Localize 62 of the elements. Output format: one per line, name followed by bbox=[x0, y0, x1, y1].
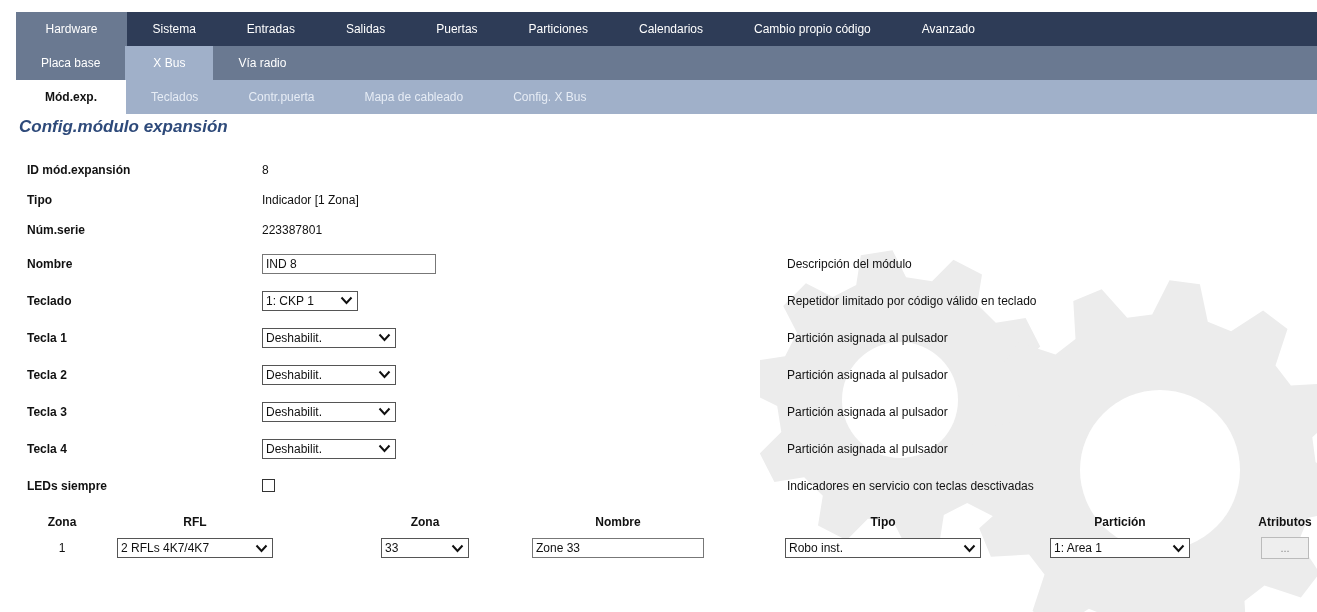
column-header: Atributos bbox=[1257, 515, 1313, 529]
nav-tab[interactable]: Hardware bbox=[16, 12, 127, 46]
column-header: RFL bbox=[182, 515, 208, 529]
field-value: Indicador [1 Zona] bbox=[262, 193, 359, 207]
dropdown[interactable]: 1: CKP 1 bbox=[262, 290, 358, 311]
nav-tab[interactable]: Cambio propio código bbox=[728, 12, 897, 46]
dropdown[interactable]: 2 RFLs 4K7/4K7 bbox=[117, 538, 273, 558]
name-field[interactable]: IND 8 bbox=[262, 253, 436, 274]
field-label: LEDs siempre bbox=[27, 478, 108, 493]
dropdown[interactable]: Deshabilit. bbox=[262, 438, 396, 459]
chevron-down-icon bbox=[378, 407, 391, 416]
dropdown[interactable]: Deshabilit. bbox=[262, 327, 396, 348]
dropdown[interactable]: 33 bbox=[381, 538, 469, 558]
nav-tab[interactable]: Particiones bbox=[503, 12, 614, 46]
page-title: Config.módulo expansión bbox=[19, 117, 229, 137]
field-label: Tecla 2 bbox=[27, 367, 67, 382]
nav-tab[interactable]: Avanzado bbox=[896, 12, 1001, 46]
field-label: Tipo bbox=[27, 193, 53, 207]
field-description: Partición asignada al pulsador bbox=[787, 404, 948, 419]
checkbox[interactable] bbox=[262, 479, 275, 492]
nav-tab[interactable]: Entradas bbox=[221, 12, 321, 46]
field-value: 223387801 bbox=[262, 223, 323, 237]
column-header: Tipo bbox=[869, 515, 897, 529]
column-header: Zona bbox=[409, 515, 441, 529]
nav-tab[interactable]: Puertas bbox=[410, 12, 504, 46]
field-description: Indicadores en servicio con teclas desctivadas bbox=[787, 478, 1034, 493]
dropdown[interactable]: 1: Area 1 bbox=[1050, 538, 1190, 558]
dropdown[interactable]: Robo inst. bbox=[785, 538, 981, 558]
chevron-down-icon bbox=[340, 296, 353, 305]
field-label: Teclado bbox=[27, 293, 72, 308]
field-description: Partición asignada al pulsador bbox=[787, 330, 948, 345]
column-header: Partición bbox=[1093, 515, 1147, 529]
nav-tab[interactable]: Salidas bbox=[320, 12, 411, 46]
table-cell: 1 bbox=[58, 541, 66, 555]
nav-tab[interactable]: Calendarios bbox=[613, 12, 729, 46]
field-label: Núm.serie bbox=[27, 223, 86, 237]
chevron-down-icon bbox=[1172, 543, 1185, 553]
chevron-down-icon bbox=[451, 543, 464, 553]
field-description: Descripción del módulo bbox=[787, 256, 912, 271]
column-header: Nombre bbox=[594, 515, 642, 529]
nav-tab[interactable]: Mód.exp. bbox=[16, 80, 126, 114]
field-label: Nombre bbox=[27, 256, 73, 271]
nav-tab[interactable]: Sistema bbox=[127, 12, 222, 46]
field-label: Tecla 3 bbox=[27, 404, 67, 419]
nav-tab[interactable]: Placa base bbox=[16, 46, 126, 80]
chevron-down-icon bbox=[378, 444, 391, 453]
field-label: Tecla 4 bbox=[27, 441, 67, 456]
chevron-down-icon bbox=[255, 543, 268, 553]
field-description: Partición asignada al pulsador bbox=[787, 367, 948, 382]
field-value: 8 bbox=[262, 163, 269, 177]
dropdown[interactable]: Deshabilit. bbox=[262, 364, 396, 385]
field-label: ID mód.expansión bbox=[27, 163, 131, 177]
chevron-down-icon bbox=[963, 543, 976, 553]
field-description: Partición asignada al pulsador bbox=[787, 441, 948, 456]
chevron-down-icon bbox=[378, 370, 391, 379]
field-label: Tecla 1 bbox=[27, 330, 67, 345]
name-field[interactable]: Zone 33 bbox=[532, 538, 704, 558]
nav-tab[interactable]: Vía radio bbox=[213, 46, 312, 80]
chevron-down-icon bbox=[378, 333, 391, 342]
dropdown[interactable]: Deshabilit. bbox=[262, 401, 396, 422]
column-header: Zona bbox=[46, 515, 78, 529]
field-description: Repetidor limitado por código válido en teclado bbox=[787, 293, 1037, 308]
